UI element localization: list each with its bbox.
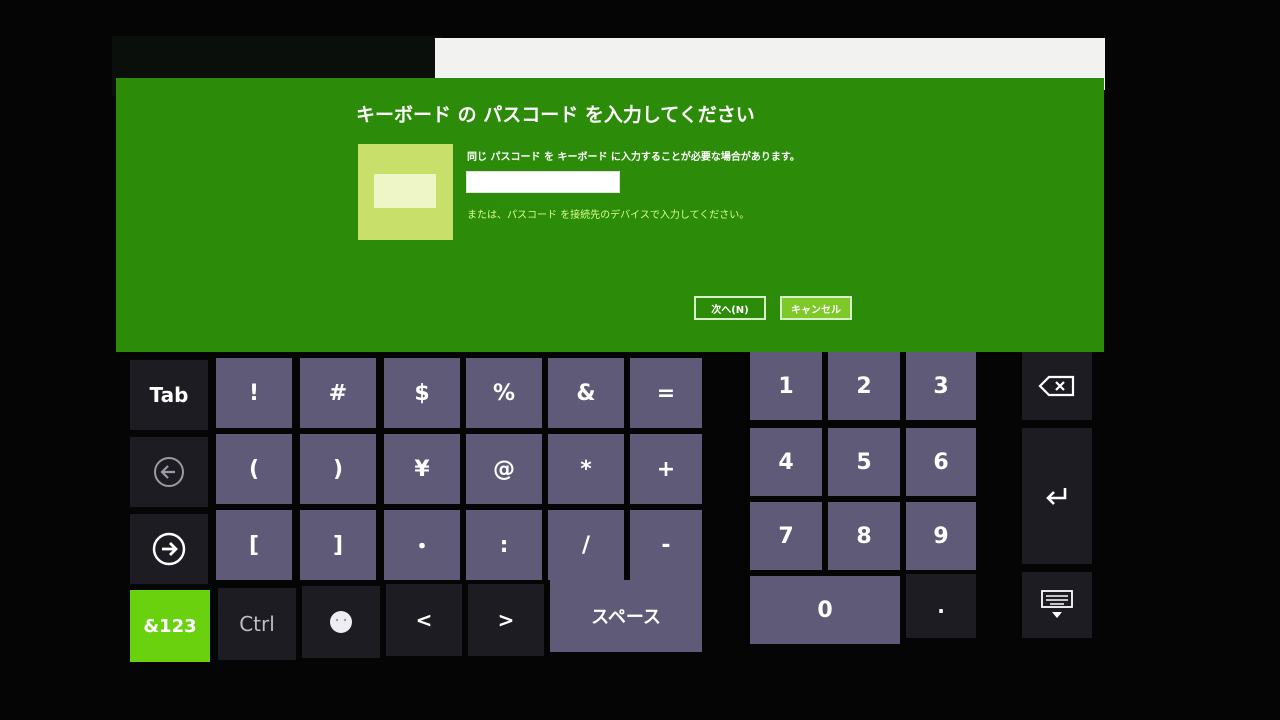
next-button[interactable]: 次へ(N) xyxy=(694,296,766,320)
emoji-key[interactable] xyxy=(302,586,380,658)
key-equals[interactable]: = xyxy=(630,358,702,428)
key-bracket-close[interactable]: ] xyxy=(300,510,376,580)
key-at[interactable]: @ xyxy=(466,434,542,504)
symbol-mode-key[interactable]: &123 xyxy=(130,590,210,662)
tab-key[interactable]: Tab xyxy=(130,360,208,430)
key-middle-dot[interactable]: ・ xyxy=(384,510,460,580)
key-5[interactable]: 5 xyxy=(828,428,900,496)
backspace-key[interactable] xyxy=(1022,352,1092,420)
key-decimal-point[interactable]: . xyxy=(906,574,976,638)
passcode-field[interactable] xyxy=(466,171,620,193)
key-paren-open[interactable]: ( xyxy=(216,434,292,504)
key-9[interactable]: 9 xyxy=(906,502,976,570)
key-yen[interactable]: ¥ xyxy=(384,434,460,504)
greater-than-key[interactable]: > xyxy=(468,584,544,656)
key-ampersand[interactable]: & xyxy=(548,358,624,428)
key-2[interactable]: 2 xyxy=(828,352,900,420)
pairing-dialog: キーボード の パスコード を入力してください 同じ パスコード を キーボード… xyxy=(116,78,1104,352)
key-7[interactable]: 7 xyxy=(750,502,822,570)
key-exclaim[interactable]: ! xyxy=(216,358,292,428)
keyboard-icon xyxy=(1041,590,1073,618)
key-asterisk[interactable]: * xyxy=(548,434,624,504)
key-paren-close[interactable]: ) xyxy=(300,434,376,504)
back-arrow-key[interactable] xyxy=(130,437,208,507)
smiley-icon xyxy=(330,611,352,633)
dialog-alt-link[interactable]: または、パスコード を接続先のデバイスで入力してください。 xyxy=(467,206,749,221)
cancel-button[interactable]: キャンセル xyxy=(780,296,852,320)
forward-arrow-key[interactable] xyxy=(130,514,208,584)
enter-icon xyxy=(1046,488,1067,505)
circle-right-arrow-icon xyxy=(152,532,186,566)
key-hyphen[interactable]: - xyxy=(630,510,702,580)
less-than-key[interactable]: < xyxy=(386,584,462,656)
key-bracket-open[interactable]: [ xyxy=(216,510,292,580)
space-key[interactable]: スペース xyxy=(550,580,702,652)
key-1[interactable]: 1 xyxy=(750,352,822,420)
key-percent[interactable]: % xyxy=(466,358,542,428)
key-hash[interactable]: # xyxy=(300,358,376,428)
key-dollar[interactable]: $ xyxy=(384,358,460,428)
keyboard-layout-key[interactable] xyxy=(1022,572,1092,638)
backspace-icon xyxy=(1038,375,1075,397)
enter-key[interactable] xyxy=(1022,428,1092,564)
key-3[interactable]: 3 xyxy=(906,352,976,420)
key-8[interactable]: 8 xyxy=(828,502,900,570)
dialog-title: キーボード の パスコード を入力してください xyxy=(356,104,755,126)
key-colon[interactable]: : xyxy=(466,510,542,580)
circle-left-arrow-icon xyxy=(154,457,184,487)
key-6[interactable]: 6 xyxy=(906,428,976,496)
ctrl-key[interactable]: Ctrl xyxy=(218,588,296,660)
dialog-info-text: 同じ パスコード を キーボード に入力することが必要な場合があります。 xyxy=(467,152,800,163)
key-0[interactable]: 0 xyxy=(750,576,900,644)
key-slash[interactable]: / xyxy=(548,510,624,580)
key-plus[interactable]: + xyxy=(630,434,702,504)
keyboard-device-icon xyxy=(358,144,453,240)
keyboard-device-icon-inner xyxy=(374,174,436,208)
key-4[interactable]: 4 xyxy=(750,428,822,496)
